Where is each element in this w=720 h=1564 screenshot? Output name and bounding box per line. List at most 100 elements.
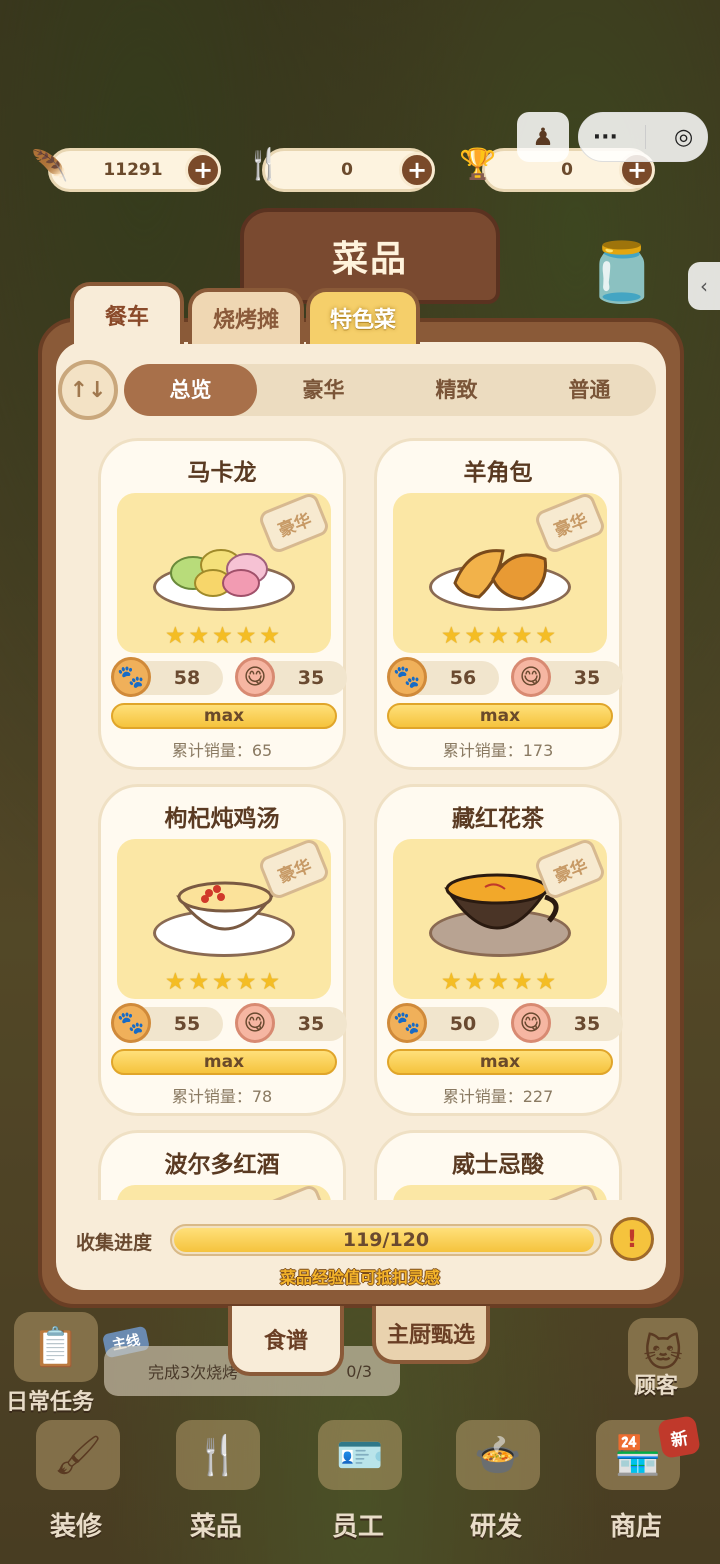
customers-label: 顾客 xyxy=(634,1374,679,1399)
decorate-icon[interactable]: 🖌 xyxy=(36,1420,120,1490)
dish-card-croissant[interactable]: 羊角包 豪华 ★★★★★ 🐾 56 😋 35 max 累计销量：173 xyxy=(374,438,623,770)
dish-name: 波尔多红酒 xyxy=(164,1152,280,1178)
star-rating: ★★★★★ xyxy=(440,623,560,649)
progress-text: 119/120 xyxy=(342,1229,430,1251)
dish-grid[interactable]: 马卡龙 豪华 ★★★★★ 🐾 58 😋 35 max 累计销量：65 羊角包 豪… xyxy=(58,436,664,1200)
tab-chef-selection[interactable]: 主厨甄选 xyxy=(372,1306,490,1364)
daily-tasks-icon[interactable]: 📋 xyxy=(14,1312,98,1382)
level-bar: max xyxy=(111,703,337,729)
dish-card-whisky-sour[interactable]: 威士忌酸 豪华 xyxy=(374,1130,622,1200)
progress-label: 收集进度 xyxy=(76,1232,153,1254)
quest-count: 0/3 xyxy=(346,1361,372,1381)
stat-taste: 😋 35 xyxy=(235,1003,347,1043)
feather-resource: 🪶 11291 + xyxy=(31,148,221,192)
croissant-icon xyxy=(453,549,548,601)
dish-card-goji-chicken-soup[interactable]: 枸杞炖鸡汤 豪华 ★★★★★ 🐾 55 😋 35 max 累计销量：78 xyxy=(98,784,347,1116)
smile-icon: 😋 xyxy=(511,1003,551,1043)
sort-button[interactable]: ↑↓ xyxy=(58,360,118,420)
dish-card-bordeaux-wine[interactable]: 波尔多红酒 豪华 xyxy=(98,1130,346,1200)
total-sales: 累计销量：173 xyxy=(442,741,554,760)
stat-taste: 😋 35 xyxy=(511,657,623,697)
stat-paw-value: 58 xyxy=(173,667,201,689)
tip-text: 菜品经验值可抵扣灵感 xyxy=(279,1268,440,1287)
nav-research[interactable]: 研发 xyxy=(470,1506,522,1543)
dish-image: 豪华 ★★★★★ xyxy=(393,493,607,653)
stat-paw-value: 55 xyxy=(173,1013,201,1035)
stat-taste-value: 35 xyxy=(573,667,601,689)
new-badge: 新 xyxy=(656,1414,702,1460)
tab-recipes[interactable]: 食谱 xyxy=(228,1306,344,1376)
stat-paw: 🐾 56 xyxy=(387,657,499,697)
level-bar: max xyxy=(387,1049,613,1075)
stat-taste-value: 35 xyxy=(297,667,325,689)
dish-name: 羊角包 xyxy=(463,460,533,486)
dish-card-macaron[interactable]: 马卡龙 豪华 ★★★★★ 🐾 58 😋 35 max 累计销量：65 xyxy=(98,438,347,770)
bottle-icon[interactable]: 🫙 xyxy=(582,238,662,338)
level-bar: max xyxy=(111,1049,337,1075)
close-target-button[interactable]: ◎ xyxy=(674,125,693,150)
macaron-icon xyxy=(170,549,268,597)
total-sales: 累计销量：227 xyxy=(442,1087,554,1106)
bowl-count: 0 xyxy=(561,160,573,180)
add-feather-button[interactable]: + xyxy=(185,152,221,188)
fork-count: 0 xyxy=(341,160,353,180)
quest-text: 完成3次烧烤 xyxy=(148,1363,239,1382)
research-icon[interactable]: 🍲 xyxy=(456,1420,540,1490)
add-fork-button[interactable]: + xyxy=(399,152,435,188)
filter-refined[interactable]: 精致 xyxy=(390,364,523,416)
star-rating: ★★★★★ xyxy=(164,623,284,649)
pin-icon[interactable]: ♟ xyxy=(517,112,569,162)
collection-progress-bar: 119/120 xyxy=(170,1224,602,1256)
feather-count: 11291 xyxy=(103,160,163,180)
paw-icon: 🐾 xyxy=(111,1003,151,1043)
dish-name: 马卡龙 xyxy=(187,460,257,486)
luxury-badge: 豪华 xyxy=(533,1185,607,1200)
luxury-badge: 豪华 xyxy=(257,1185,331,1200)
smile-icon: 😋 xyxy=(235,1003,275,1043)
fork-resource: 🍴 0 + xyxy=(245,147,435,192)
tab-bbq-stall[interactable]: 烧烤摊 xyxy=(188,288,304,344)
tab-food-truck[interactable]: 餐车 xyxy=(70,282,184,344)
star-rating: ★★★★★ xyxy=(440,969,560,995)
dish-card-saffron-tea[interactable]: 藏红花茶 豪华 ★★★★★ 🐾 50 😋 35 max 累计销量：227 xyxy=(374,784,623,1116)
stat-paw-value: 56 xyxy=(449,667,477,689)
mini-program-capsule: ··· ◎ xyxy=(578,112,708,162)
fork-icon: 🍴 xyxy=(245,147,283,182)
page-title: 菜品 xyxy=(331,239,408,280)
dish-name: 威士忌酸 xyxy=(452,1152,544,1178)
capsule-divider xyxy=(645,125,647,149)
nav-staff[interactable]: 员工 xyxy=(332,1506,384,1543)
paw-icon: 🐾 xyxy=(111,657,151,697)
dish-name: 枸杞炖鸡汤 xyxy=(164,806,280,832)
filter-luxury[interactable]: 豪华 xyxy=(257,364,390,416)
dish-image: 豪华 ★★★★★ xyxy=(393,839,607,999)
daily-tasks-label: 日常任务 xyxy=(6,1390,95,1415)
chevron-left-icon[interactable]: ‹ xyxy=(688,262,720,310)
tab-special-dishes[interactable]: 特色菜 xyxy=(306,288,420,344)
stat-paw: 🐾 55 xyxy=(111,1003,223,1043)
dishes-nav-icon[interactable]: 🍴 xyxy=(176,1420,260,1490)
more-button[interactable]: ··· xyxy=(593,125,618,150)
dish-image: 豪华 ★★★★★ xyxy=(117,493,331,653)
smile-icon: 😋 xyxy=(235,657,275,697)
stat-taste-value: 35 xyxy=(297,1013,325,1035)
level-bar: max xyxy=(387,703,613,729)
exclamation-icon[interactable]: ! xyxy=(610,1217,654,1261)
total-sales: 累计销量：78 xyxy=(171,1087,273,1106)
smile-icon: 😋 xyxy=(511,657,551,697)
feather-icon: 🪶 xyxy=(31,149,69,184)
nav-dishes[interactable]: 菜品 xyxy=(190,1506,242,1543)
total-sales: 累计销量：65 xyxy=(171,741,273,760)
nav-decorate[interactable]: 装修 xyxy=(50,1506,102,1543)
staff-icon[interactable]: 🪪 xyxy=(318,1420,402,1490)
dish-name: 藏红花茶 xyxy=(452,806,544,832)
stat-taste: 😋 35 xyxy=(235,657,347,697)
dish-image: 豪华 xyxy=(117,1185,331,1200)
soup-bowl-icon xyxy=(176,881,274,931)
stat-paw-value: 50 xyxy=(449,1013,477,1035)
stat-paw: 🐾 58 xyxy=(111,657,223,697)
filter-normal[interactable]: 普通 xyxy=(523,364,656,416)
nav-shop[interactable]: 商店 xyxy=(610,1506,662,1543)
filter-overview[interactable]: 总览 xyxy=(124,364,257,416)
filter-bar: 总览 豪华 精致 普通 xyxy=(124,364,656,416)
